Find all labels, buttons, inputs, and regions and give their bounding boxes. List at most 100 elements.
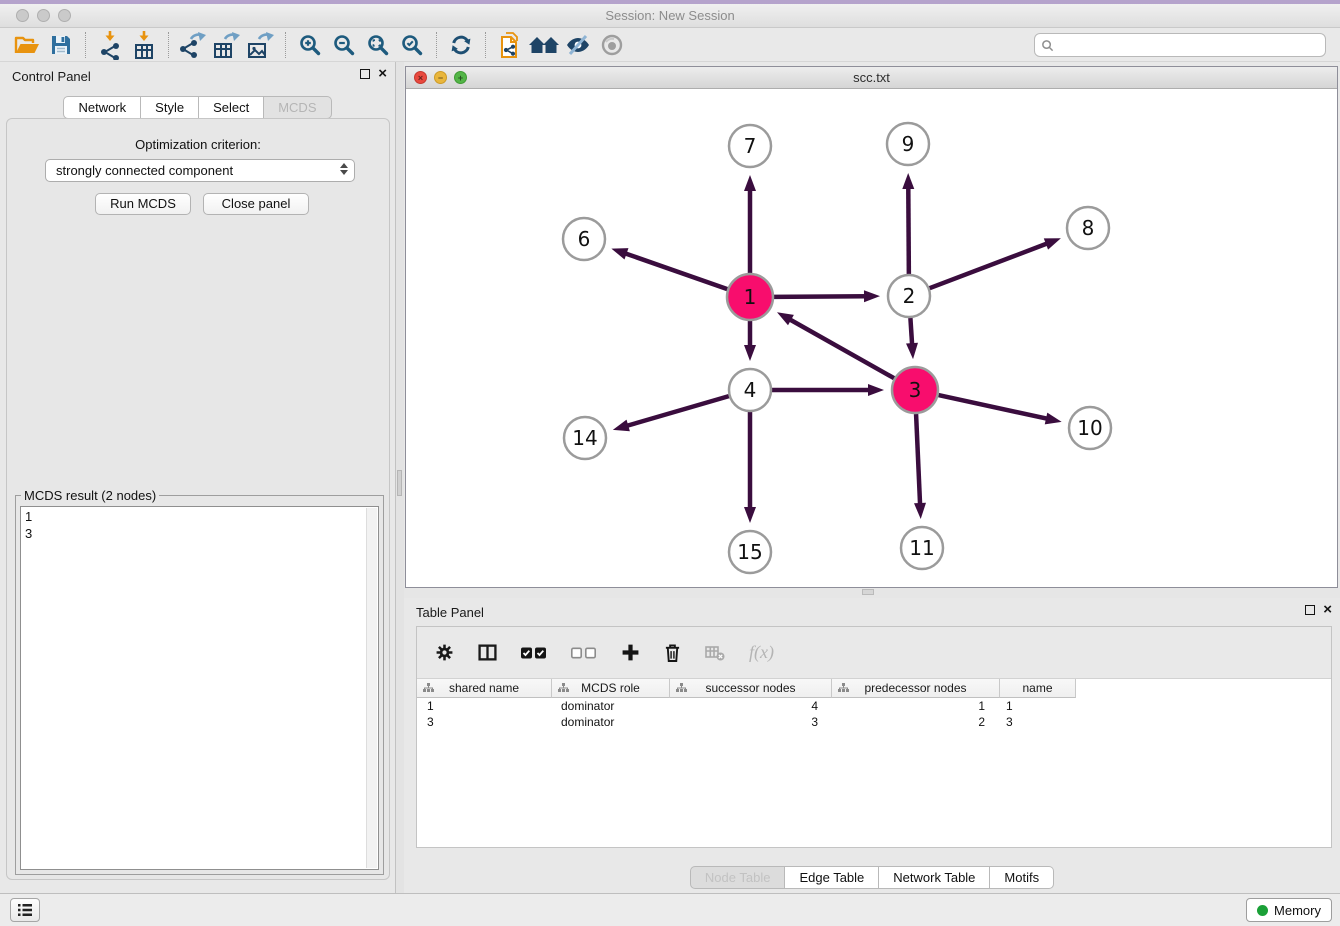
cell-predecessor-nodes[interactable]: 1 — [832, 698, 1000, 714]
cell-shared-name[interactable]: 1 — [417, 698, 552, 714]
memory-button[interactable]: Memory — [1246, 898, 1332, 922]
search-box[interactable] — [1034, 33, 1326, 57]
save-session-button[interactable] — [44, 30, 78, 60]
select-all-checkboxes-button[interactable] — [521, 646, 547, 660]
show-all-button[interactable] — [595, 30, 629, 60]
deselect-all-checkboxes-button[interactable] — [571, 646, 597, 660]
vertical-splitter-handle[interactable] — [397, 470, 402, 496]
delete-table-button[interactable] — [705, 644, 725, 661]
cell-MCDS-role[interactable]: dominator — [552, 714, 670, 730]
zoom-in-button[interactable] — [293, 30, 327, 60]
edge-4-14[interactable] — [613, 396, 729, 431]
network-maximize-button[interactable]: + — [454, 71, 467, 84]
search-input[interactable] — [1057, 35, 1321, 55]
new-network-from-selection-button[interactable] — [493, 30, 527, 60]
edge-1-2[interactable] — [774, 290, 880, 302]
cell-predecessor-nodes[interactable]: 2 — [832, 714, 1000, 730]
network-canvas[interactable]: 7 9 6 8 1 2 4 3 14 10 15 11 — [406, 89, 1337, 587]
graph-node-15[interactable]: 15 — [729, 531, 771, 573]
table-tab-edge-table[interactable]: Edge Table — [785, 866, 879, 889]
control-tab-select[interactable]: Select — [199, 96, 264, 119]
network-graph[interactable]: 7 9 6 8 1 2 4 3 14 10 15 11 — [406, 89, 1337, 587]
cell-shared-name[interactable]: 3 — [417, 714, 552, 730]
window-close-button[interactable] — [16, 9, 29, 22]
edge-1-4[interactable] — [744, 321, 756, 361]
open-session-button[interactable] — [10, 30, 44, 60]
zoom-out-button[interactable] — [327, 30, 361, 60]
float-panel-icon[interactable] — [360, 69, 370, 79]
import-network-button[interactable] — [93, 30, 127, 60]
graph-node-1[interactable]: 1 — [727, 274, 773, 320]
cell-name[interactable]: 3 — [1000, 714, 1076, 730]
graph-node-4[interactable]: 4 — [729, 369, 771, 411]
first-neighbors-button[interactable] — [527, 30, 561, 60]
network-close-button[interactable]: × — [414, 71, 427, 84]
table-tab-network-table[interactable]: Network Table — [879, 866, 990, 889]
network-window-titlebar[interactable]: × − + scc.txt — [406, 67, 1337, 89]
network-minimize-button[interactable]: − — [434, 71, 447, 84]
horizontal-splitter-handle[interactable] — [862, 589, 874, 595]
edge-4-15[interactable] — [744, 412, 756, 523]
edge-2-8[interactable] — [930, 238, 1061, 288]
criterion-select[interactable]: strongly connected component — [45, 159, 355, 182]
control-tab-network[interactable]: Network — [63, 96, 141, 119]
window-minimize-button[interactable] — [37, 9, 50, 22]
edge-3-10[interactable] — [938, 395, 1061, 424]
edge-1-7[interactable] — [744, 175, 756, 273]
zoom-fit-button[interactable] — [361, 30, 395, 60]
table-row[interactable]: 1dominator411 — [417, 698, 1076, 714]
cell-name[interactable]: 1 — [1000, 698, 1076, 714]
graph-node-14[interactable]: 14 — [564, 417, 606, 459]
close-table-panel-icon[interactable]: × — [1323, 605, 1332, 615]
column-header-name[interactable]: name — [1000, 679, 1076, 698]
export-table-button[interactable] — [210, 30, 244, 60]
graph-node-2[interactable]: 2 — [888, 275, 930, 317]
control-tab-mcds[interactable]: MCDS — [264, 96, 331, 119]
edge-1-6[interactable] — [611, 248, 727, 289]
edge-2-3[interactable] — [906, 318, 918, 359]
hide-selected-button[interactable] — [561, 30, 595, 60]
graph-node-9[interactable]: 9 — [887, 123, 929, 165]
table-settings-button[interactable] — [435, 643, 454, 662]
table-row[interactable]: 3dominator323 — [417, 714, 1076, 730]
import-table-button[interactable] — [127, 30, 161, 60]
float-table-panel-icon[interactable] — [1305, 605, 1315, 615]
cell-successor-nodes[interactable]: 3 — [670, 714, 832, 730]
graph-node-6[interactable]: 6 — [563, 218, 605, 260]
run-mcds-button[interactable]: Run MCDS — [95, 193, 191, 215]
graph-node-11[interactable]: 11 — [901, 527, 943, 569]
add-column-button[interactable] — [621, 643, 640, 662]
table-tab-node-table[interactable]: Node Table — [690, 866, 786, 889]
graph-node-7[interactable]: 7 — [729, 125, 771, 167]
export-network-button[interactable] — [176, 30, 210, 60]
control-tab-style[interactable]: Style — [141, 96, 199, 119]
show-column-panel-button[interactable] — [478, 643, 497, 662]
column-header-predecessor-nodes[interactable]: predecessor nodes — [832, 679, 1000, 698]
edge-4-3[interactable] — [772, 384, 884, 396]
column-header-successor-nodes[interactable]: successor nodes — [670, 679, 832, 698]
cell-MCDS-role[interactable]: dominator — [552, 698, 670, 714]
close-panel-icon[interactable]: × — [378, 69, 387, 79]
table-tab-motifs[interactable]: Motifs — [990, 866, 1054, 889]
close-panel-button[interactable]: Close panel — [203, 193, 309, 215]
titlebar[interactable]: Session: New Session — [0, 4, 1340, 28]
vertical-splitter[interactable] — [396, 62, 404, 893]
delete-columns-button[interactable] — [664, 643, 681, 662]
graph-node-10[interactable]: 10 — [1069, 407, 1111, 449]
edge-3-11[interactable] — [914, 414, 926, 519]
window-zoom-button[interactable] — [58, 9, 71, 22]
graph-node-3[interactable]: 3 — [892, 367, 938, 413]
edge-2-9[interactable] — [902, 173, 914, 274]
horizontal-splitter[interactable] — [404, 588, 1340, 598]
graph-node-8[interactable]: 8 — [1067, 207, 1109, 249]
result-scrollbar[interactable] — [366, 508, 377, 868]
function-builder-button[interactable]: f(x) — [749, 642, 774, 663]
column-header-shared-name[interactable]: shared name — [417, 679, 552, 698]
edge-3-1[interactable] — [777, 312, 894, 378]
cell-successor-nodes[interactable]: 4 — [670, 698, 832, 714]
export-image-button[interactable] — [244, 30, 278, 60]
column-header-MCDS-role[interactable]: MCDS role — [552, 679, 670, 698]
task-history-button[interactable] — [10, 898, 40, 922]
zoom-selected-button[interactable] — [395, 30, 429, 60]
refresh-view-button[interactable] — [444, 30, 478, 60]
